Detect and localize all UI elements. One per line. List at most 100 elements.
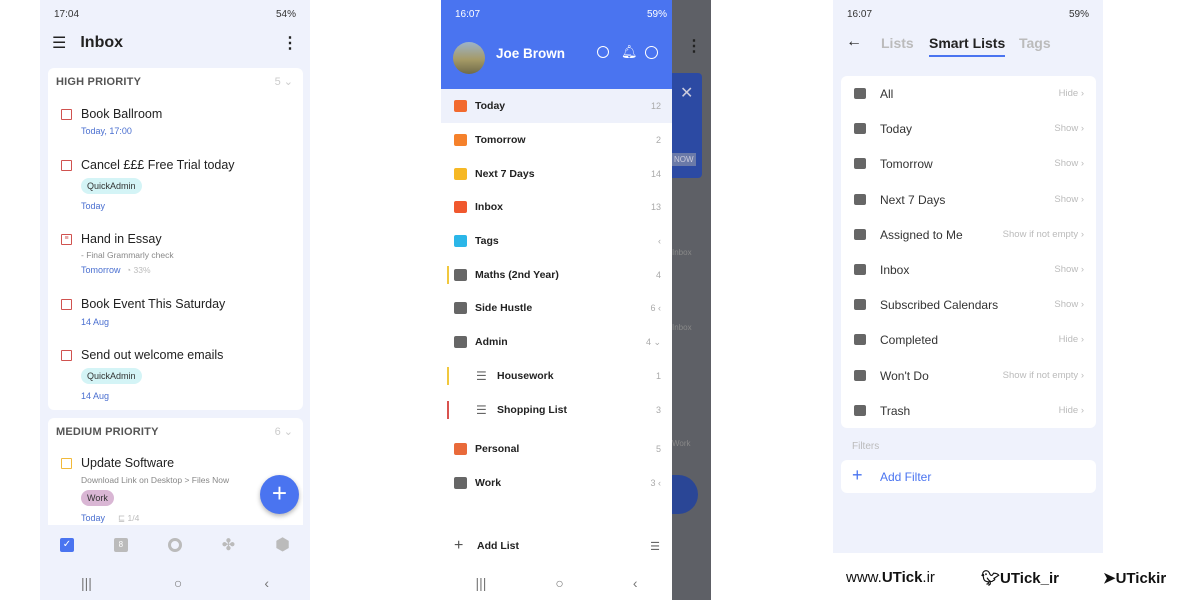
home-icon[interactable]: ○ bbox=[555, 575, 563, 591]
search-icon[interactable] bbox=[167, 538, 182, 552]
drawer-item-today[interactable]: Today 12 bbox=[441, 89, 672, 123]
item-count: 6 ‹ bbox=[650, 303, 661, 313]
tab-tags[interactable]: Tags bbox=[1019, 35, 1051, 51]
drawer-item-shopping-list[interactable]: ☰ Shopping List 3 bbox=[441, 393, 672, 427]
list-icon bbox=[454, 100, 467, 112]
add-list-button[interactable]: + Add List ☰ bbox=[441, 529, 672, 563]
tab-smart-lists[interactable]: Smart Lists bbox=[929, 35, 1006, 57]
telegram-icon: ➤ bbox=[1103, 570, 1116, 587]
apps-icon[interactable]: ✤ bbox=[222, 535, 235, 555]
status-bar: 17:04 54% bbox=[54, 9, 296, 20]
smart-list-icon bbox=[854, 123, 866, 135]
dimmed-background[interactable]: ⋮ ✕ NOW Inbox Inbox Work bbox=[672, 0, 711, 600]
visibility-setting: Hide › bbox=[1058, 404, 1084, 416]
settings-icon[interactable]: ⬢ bbox=[275, 535, 290, 555]
inbox-screen: 17:04 54% ☰ Inbox ⋮ HIGH PRIORITY 5 ⌄ Boo… bbox=[40, 0, 310, 600]
status-time: 17:04 bbox=[54, 9, 80, 20]
checkbox[interactable] bbox=[61, 109, 72, 120]
smart-list-subscribed-calendars[interactable]: Subscribed Calendars Show › bbox=[841, 287, 1096, 322]
color-bar bbox=[447, 266, 449, 284]
drawer-item-maths-2nd-year-[interactable]: Maths (2nd Year) 4 bbox=[441, 258, 672, 292]
section-count[interactable]: 5 ⌄ bbox=[275, 75, 293, 88]
visibility-setting: Show if not empty › bbox=[1002, 228, 1084, 240]
smart-list-today[interactable]: Today Show › bbox=[841, 111, 1096, 146]
section-count[interactable]: 6 ⌄ bbox=[275, 425, 293, 438]
section-medium-priority: MEDIUM PRIORITY 6 ⌄ Update Software Downl… bbox=[48, 418, 303, 538]
status-bar: 16:07 59% bbox=[847, 9, 1089, 20]
smart-list-icon bbox=[854, 193, 866, 205]
add-task-button[interactable]: + bbox=[260, 475, 299, 514]
settings-icon[interactable] bbox=[645, 46, 658, 59]
note-checkbox[interactable]: ≡ bbox=[61, 234, 72, 245]
smart-lists-card: All Hide › Today Show › Tomorrow Show › Next 7… bbox=[841, 76, 1096, 428]
add-filter-button[interactable]: + Add Filter bbox=[841, 460, 1096, 493]
smart-list-icon bbox=[854, 264, 866, 275]
smart-list-icon bbox=[854, 404, 866, 416]
drawer-item-work[interactable]: Work 3 ‹ bbox=[441, 466, 672, 500]
user-name[interactable]: Joe Brown bbox=[496, 46, 565, 61]
smart-list-all[interactable]: All Hide › bbox=[841, 76, 1096, 111]
smart-list-next-7-days[interactable]: Next 7 Days Show › bbox=[841, 182, 1096, 217]
checkbox[interactable] bbox=[61, 350, 72, 361]
drawer-item-inbox[interactable]: Inbox 13 bbox=[441, 190, 672, 224]
list-icon bbox=[454, 269, 467, 281]
item-count: 4 ⌄ bbox=[645, 336, 661, 347]
back-icon[interactable]: ‹ bbox=[264, 575, 269, 591]
tag-badge: QuickAdmin bbox=[81, 368, 142, 384]
more-icon: ⋮ bbox=[686, 38, 702, 55]
smart-list-tomorrow[interactable]: Tomorrow Show › bbox=[841, 146, 1096, 181]
list-icon bbox=[454, 336, 467, 348]
drawer-item-housework[interactable]: ☰ Housework 1 bbox=[441, 359, 672, 393]
item-count: 3 ‹ bbox=[650, 478, 661, 488]
home-icon[interactable]: ○ bbox=[174, 575, 182, 591]
drawer-item-tomorrow[interactable]: Tomorrow 2 bbox=[441, 123, 672, 157]
search-icon[interactable] bbox=[597, 46, 609, 58]
list-settings-icon[interactable]: ☰ bbox=[650, 540, 660, 553]
drawer-screen: ⋮ ✕ NOW Inbox Inbox Work Joe Brown 🔔︎ Tod… bbox=[441, 0, 711, 600]
drawer-item-admin[interactable]: Admin 4 ⌄ bbox=[441, 325, 672, 359]
drawer-item-tags[interactable]: Tags ‹ bbox=[441, 224, 672, 258]
checkbox[interactable] bbox=[61, 160, 72, 171]
bell-icon[interactable]: 🔔︎ bbox=[621, 44, 638, 60]
more-icon[interactable]: ⋮ bbox=[282, 33, 298, 53]
tag-badge: QuickAdmin bbox=[81, 178, 142, 194]
menu-icon[interactable]: ☰ bbox=[52, 33, 66, 53]
close-icon: ✕ bbox=[680, 85, 694, 102]
back-icon[interactable]: ‹ bbox=[633, 575, 638, 591]
item-count: 1 bbox=[655, 371, 661, 381]
filters-label: Filters bbox=[852, 441, 880, 452]
item-count: 5 bbox=[655, 444, 661, 454]
list-icon bbox=[454, 134, 467, 146]
list-icon: ☰ bbox=[476, 369, 487, 383]
recent-apps-icon[interactable]: ||| bbox=[475, 575, 486, 591]
recent-apps-icon[interactable]: ||| bbox=[81, 575, 92, 591]
smart-list-completed[interactable]: Completed Hide › bbox=[841, 322, 1096, 357]
checkbox[interactable] bbox=[61, 299, 72, 310]
status-bar: 16:07 59% bbox=[455, 9, 667, 20]
calendar-icon[interactable]: 8 bbox=[113, 538, 128, 552]
drawer-item-personal[interactable]: Personal 5 bbox=[441, 432, 672, 466]
smart-list-inbox[interactable]: Inbox Show › bbox=[841, 252, 1096, 287]
smart-list-trash[interactable]: Trash Hide › bbox=[841, 393, 1096, 428]
smart-list-assigned-to-me[interactable]: Assigned to Me Show if not empty › bbox=[841, 217, 1096, 252]
section-high-priority: HIGH PRIORITY 5 ⌄ Book Ballroom Today, 17… bbox=[48, 68, 303, 410]
avatar[interactable] bbox=[453, 42, 485, 74]
smart-list-icon bbox=[854, 158, 866, 170]
list-icon bbox=[454, 235, 467, 247]
page-title: Inbox bbox=[80, 34, 124, 51]
visibility-setting: Show › bbox=[1054, 193, 1084, 205]
item-count: 3 bbox=[655, 405, 661, 415]
tasks-icon[interactable]: ✓ bbox=[59, 538, 74, 552]
drawer-item-side-hustle[interactable]: Side Hustle 6 ‹ bbox=[441, 291, 672, 325]
plus-icon: + bbox=[454, 537, 464, 554]
drawer-item-next-7-days[interactable]: Next 7 Days 14 bbox=[441, 157, 672, 191]
smart-list-won-t-do[interactable]: Won't Do Show if not empty › bbox=[841, 358, 1096, 393]
checkbox[interactable] bbox=[61, 458, 72, 469]
visibility-setting: Show › bbox=[1054, 264, 1084, 275]
list-icon bbox=[454, 168, 467, 180]
visibility-setting: Show › bbox=[1054, 123, 1084, 135]
back-arrow-icon[interactable]: ← bbox=[846, 33, 862, 51]
item-count: 4 bbox=[655, 270, 661, 280]
tab-lists[interactable]: Lists bbox=[881, 35, 914, 51]
subtask-count: ⊑ 1/4 bbox=[118, 513, 140, 523]
